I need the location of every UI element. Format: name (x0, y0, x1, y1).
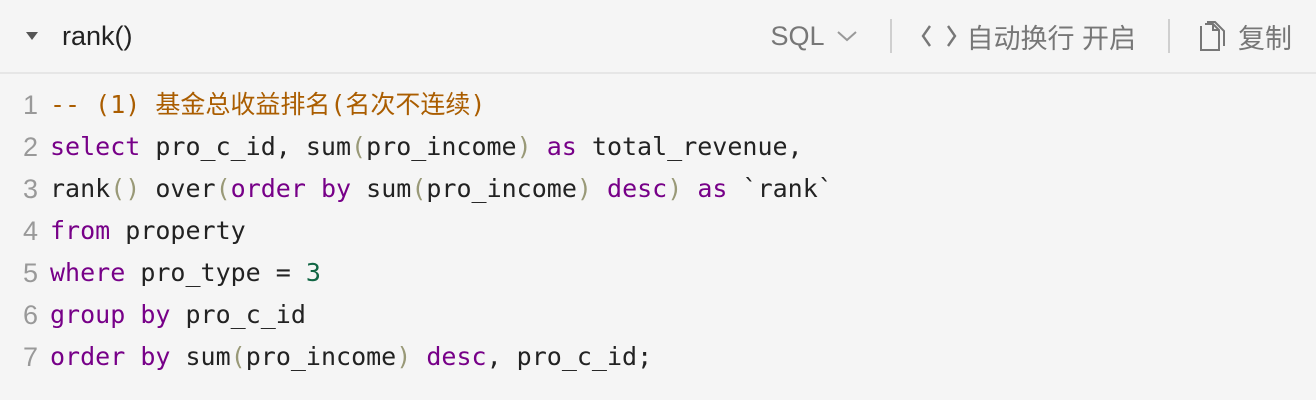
language-label: SQL (770, 20, 825, 51)
line-content: select pro_c_id, sum(pro_income) as tota… (50, 126, 803, 168)
line-content: where pro_type = 3 (50, 252, 321, 294)
code-token: by (140, 300, 171, 329)
separator (890, 19, 893, 53)
line-number: 6 (22, 300, 38, 330)
code-line: 1 -- (1) 基金总收益排名(名次不连续) (0, 84, 1316, 126)
code-token: -- (1) 基金总收益排名(名次不连续) (50, 90, 486, 119)
code-token: ) (396, 342, 412, 371)
word-wrap-label: 自动换行 开启 (966, 23, 1136, 54)
code-token: by (320, 174, 352, 203)
code-token: ( (351, 132, 367, 161)
caret-down-icon (26, 32, 38, 40)
separator (1168, 19, 1170, 53)
line-number: 5 (22, 258, 38, 288)
code-token: ( (411, 174, 427, 203)
code-block: rank() SQL 自动换行 开启 复制 1 -- (1) 基金总收益排名(名… (0, 0, 1316, 400)
code-area[interactable]: 1 -- (1) 基金总收益排名(名次不连续) 2 select pro_c_id, … (0, 74, 1316, 378)
code-token: pro_income (426, 174, 577, 203)
code-token: from (50, 216, 111, 245)
code-line: 3 rank() over(order by sum(pro_income) de… (0, 168, 1316, 210)
code-token: order (230, 174, 306, 203)
code-token: order (50, 342, 126, 371)
language-select[interactable]: SQL (770, 21, 858, 52)
code-token: group (50, 300, 126, 329)
collapse-toggle[interactable] (22, 31, 42, 41)
code-token: () (110, 174, 141, 203)
line-number: 2 (22, 132, 38, 162)
copy-button[interactable]: 复制 (1198, 17, 1292, 56)
line-content: from property (50, 210, 246, 252)
code-token: sum (351, 174, 412, 203)
code-token: total_revenue, (576, 132, 803, 161)
code-token: pro_c_id, sum (140, 132, 352, 161)
code-token: pro_income (366, 132, 517, 161)
line-content: -- (1) 基金总收益排名(名次不连续) (50, 84, 485, 126)
word-wrap-toggle[interactable]: 自动换行 开启 (920, 17, 1136, 56)
code-token: where (50, 258, 126, 287)
code-line: 5 where pro_type = 3 (0, 252, 1316, 294)
code-token: as (697, 174, 728, 203)
code-block-header: rank() SQL 自动换行 开启 复制 (0, 0, 1316, 74)
code-token: ) (516, 132, 532, 161)
code-block-title: rank() (62, 20, 133, 51)
code-line: 6 group by pro_c_id (0, 294, 1316, 336)
code-token: pro_c_id (170, 300, 306, 329)
code-brackets-icon (922, 25, 957, 47)
code-token: by (140, 342, 171, 371)
line-content: group by pro_c_id (50, 294, 306, 336)
code-token: over (140, 174, 216, 203)
line-number: 7 (22, 342, 38, 372)
code-token: `rank` (727, 174, 833, 203)
line-number: 4 (22, 216, 38, 246)
code-line: 4 from property (0, 210, 1316, 252)
copy-icon (1200, 21, 1225, 51)
code-line: 2 select pro_c_id, sum(pro_income) as tot… (0, 126, 1316, 168)
code-token: rank (50, 174, 111, 203)
line-number: 1 (22, 90, 38, 120)
code-token: ) (576, 174, 592, 203)
line-content: rank() over(order by sum(pro_income) des… (50, 168, 833, 210)
code-token: as (546, 132, 577, 161)
code-token: pro_income (245, 342, 397, 371)
code-token: ) (667, 174, 683, 203)
line-content: order by sum(pro_income) desc, pro_c_id; (50, 336, 652, 378)
line-number: 3 (22, 174, 38, 204)
chevron-down-icon (837, 31, 858, 42)
code-token: sum (170, 342, 231, 371)
code-token: desc (607, 174, 668, 203)
code-token: pro_type = (125, 258, 306, 287)
code-token: property (110, 216, 246, 245)
code-token: desc (426, 342, 487, 371)
copy-label: 复制 (1238, 23, 1292, 54)
code-token: , pro_c_id; (486, 342, 653, 371)
code-token: ( (230, 342, 246, 371)
code-line: 7 order by sum(pro_income) desc, pro_c_id… (0, 336, 1316, 378)
code-token: ( (215, 174, 231, 203)
code-token: 3 (305, 258, 321, 287)
code-token: select (50, 132, 141, 161)
